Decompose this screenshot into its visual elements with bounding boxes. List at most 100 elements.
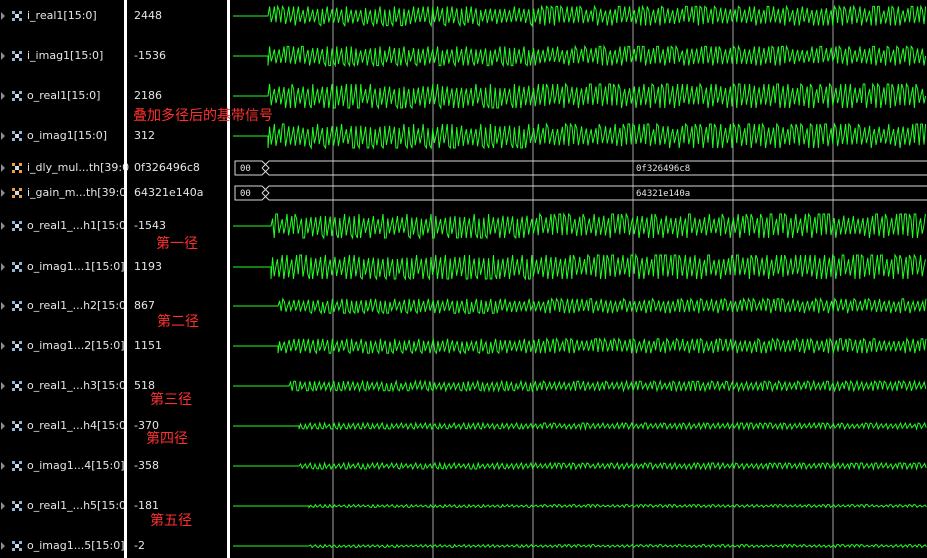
expand-chevron-icon[interactable] bbox=[1, 52, 7, 60]
signal-name: i_real1[15:0] bbox=[27, 9, 97, 22]
signal-row[interactable]: i_imag1[15:0] bbox=[0, 48, 127, 68]
bus-icon-blue bbox=[12, 301, 22, 311]
signal-row[interactable]: i_dly_mul...th[39:0 bbox=[0, 160, 129, 180]
signal-name: o_real1[15:0] bbox=[27, 89, 101, 102]
analog-waveform[interactable] bbox=[233, 4, 927, 28]
signal-value: 1151 bbox=[134, 339, 162, 352]
bus-value-initial: 00 bbox=[240, 189, 251, 199]
expand-chevron-icon[interactable] bbox=[1, 263, 7, 271]
signal-value: 64321e140a bbox=[134, 186, 204, 199]
analog-waveform[interactable] bbox=[233, 82, 927, 110]
annotation-path-5: 第五径 bbox=[150, 513, 192, 529]
bus-icon-blue bbox=[12, 51, 22, 61]
bus-icon-orange bbox=[12, 188, 22, 198]
analog-waveform[interactable] bbox=[233, 503, 927, 509]
expand-chevron-icon[interactable] bbox=[1, 502, 7, 510]
signal-value: -1536 bbox=[134, 49, 166, 62]
expand-chevron-icon[interactable] bbox=[1, 12, 7, 20]
signal-name: o_imag1...4[15:0] bbox=[27, 459, 125, 472]
signal-value: 867 bbox=[134, 299, 155, 312]
bus-segment-active bbox=[261, 160, 927, 176]
bus-segment-active bbox=[261, 185, 927, 201]
waveform-viewer: i_real1[15:0] i_imag1[15:0] o_real1[15:0]o… bbox=[0, 0, 927, 558]
signal-name: o_imag1...5[15:0] bbox=[27, 539, 125, 552]
bus-icon-orange bbox=[12, 163, 22, 173]
signal-value: 2186 bbox=[134, 89, 162, 102]
signal-name: o_imag1...1[15:0] bbox=[27, 260, 125, 273]
signal-row[interactable]: o_imag1...5[15:0] bbox=[0, 538, 127, 558]
bus-icon-blue bbox=[12, 221, 22, 231]
signal-row[interactable]: o_real1_...h5[15:0 bbox=[0, 498, 127, 518]
bus-icon-blue bbox=[12, 262, 22, 272]
signal-value: -2 bbox=[134, 539, 145, 552]
signal-row[interactable]: o_imag1...4[15:0] bbox=[0, 458, 127, 478]
signal-name: i_imag1[15:0] bbox=[27, 49, 104, 62]
expand-chevron-icon[interactable] bbox=[1, 422, 7, 430]
analog-waveform[interactable] bbox=[233, 421, 927, 431]
annotation-summed-signal: 叠加多径后的基带信号 bbox=[133, 108, 273, 124]
expand-chevron-icon[interactable] bbox=[1, 302, 7, 310]
signal-name: o_imag1...2[15:0] bbox=[27, 339, 125, 352]
signal-row[interactable]: o_imag1[15:0] bbox=[0, 128, 127, 148]
annotation-path-1: 第一径 bbox=[156, 236, 198, 252]
expand-chevron-icon[interactable] bbox=[1, 189, 7, 197]
signal-row[interactable]: o_real1_...h2[15:0 bbox=[0, 298, 127, 318]
analog-waveform[interactable] bbox=[233, 461, 927, 471]
signal-value: 1193 bbox=[134, 260, 162, 273]
time-grid bbox=[332, 0, 834, 558]
analog-waveform[interactable] bbox=[233, 253, 926, 281]
bus-value-active: 64321e140a bbox=[636, 189, 690, 199]
signal-row[interactable]: o_real1_...h3[15:0 bbox=[0, 378, 127, 398]
signal-row[interactable]: o_real1[15:0] bbox=[0, 88, 127, 108]
bus-icon-blue bbox=[12, 541, 22, 551]
signal-name: o_real1_...h4[15:0 bbox=[27, 419, 127, 432]
bus-icon-blue bbox=[12, 461, 22, 471]
signal-row[interactable]: o_real1_...h4[15:0 bbox=[0, 418, 127, 438]
signal-row[interactable]: o_real1_...h1[15:0 bbox=[0, 218, 127, 238]
analog-waveform[interactable] bbox=[233, 543, 927, 549]
expand-chevron-icon[interactable] bbox=[1, 164, 7, 172]
annotation-path-4: 第四径 bbox=[146, 431, 188, 447]
signal-name: o_imag1[15:0] bbox=[27, 129, 108, 142]
analog-waveform[interactable] bbox=[233, 337, 927, 355]
expand-chevron-icon[interactable] bbox=[1, 462, 7, 470]
signal-value: -1543 bbox=[134, 219, 166, 232]
bus-icon-blue bbox=[12, 501, 22, 511]
bus-waveform[interactable]: 00 0f326496c8 bbox=[234, 160, 927, 176]
signal-row[interactable]: i_real1[15:0] bbox=[0, 8, 127, 28]
expand-chevron-icon[interactable] bbox=[1, 92, 7, 100]
analog-waveform[interactable] bbox=[233, 44, 927, 68]
signal-row[interactable]: o_imag1...1[15:0] bbox=[0, 259, 127, 279]
signal-name: o_real1_...h3[15:0 bbox=[27, 379, 127, 392]
analog-waveform[interactable] bbox=[233, 212, 926, 240]
expand-chevron-icon[interactable] bbox=[1, 342, 7, 350]
signal-name: o_real1_...h5[15:0 bbox=[27, 499, 127, 512]
signal-value: 0f326496c8 bbox=[134, 161, 200, 174]
bus-icon-blue bbox=[12, 131, 22, 141]
expand-chevron-icon[interactable] bbox=[1, 542, 7, 550]
signal-value: 2448 bbox=[134, 9, 162, 22]
expand-chevron-icon[interactable] bbox=[1, 222, 7, 230]
bus-icon-blue bbox=[12, 341, 22, 351]
waveform-canvas[interactable]: 00 0f326496c8 00 64321e140a bbox=[233, 0, 927, 558]
expand-chevron-icon[interactable] bbox=[1, 132, 7, 140]
annotation-path-2: 第二径 bbox=[157, 314, 199, 330]
bus-value-active: 0f326496c8 bbox=[636, 164, 690, 174]
analog-waveform[interactable] bbox=[233, 122, 927, 150]
bus-icon-blue bbox=[12, 421, 22, 431]
signal-name: i_gain_m...th[39:0 bbox=[27, 186, 127, 199]
expand-chevron-icon[interactable] bbox=[1, 382, 7, 390]
bus-icon-blue bbox=[12, 11, 22, 21]
column-divider[interactable] bbox=[124, 0, 127, 558]
signal-name: o_real1_...h1[15:0 bbox=[27, 219, 127, 232]
signal-row[interactable]: i_gain_m...th[39:0 bbox=[0, 185, 127, 205]
column-divider[interactable] bbox=[227, 0, 230, 558]
bus-value-initial: 00 bbox=[240, 164, 251, 174]
signal-row[interactable]: o_imag1...2[15:0] bbox=[0, 338, 127, 358]
analog-waveform[interactable] bbox=[233, 297, 927, 315]
analog-waveform[interactable] bbox=[233, 379, 927, 393]
signal-value: 312 bbox=[134, 129, 155, 142]
bus-waveform[interactable]: 00 64321e140a bbox=[234, 185, 927, 201]
bus-icon-blue bbox=[12, 381, 22, 391]
bus-icon-blue bbox=[12, 91, 22, 101]
